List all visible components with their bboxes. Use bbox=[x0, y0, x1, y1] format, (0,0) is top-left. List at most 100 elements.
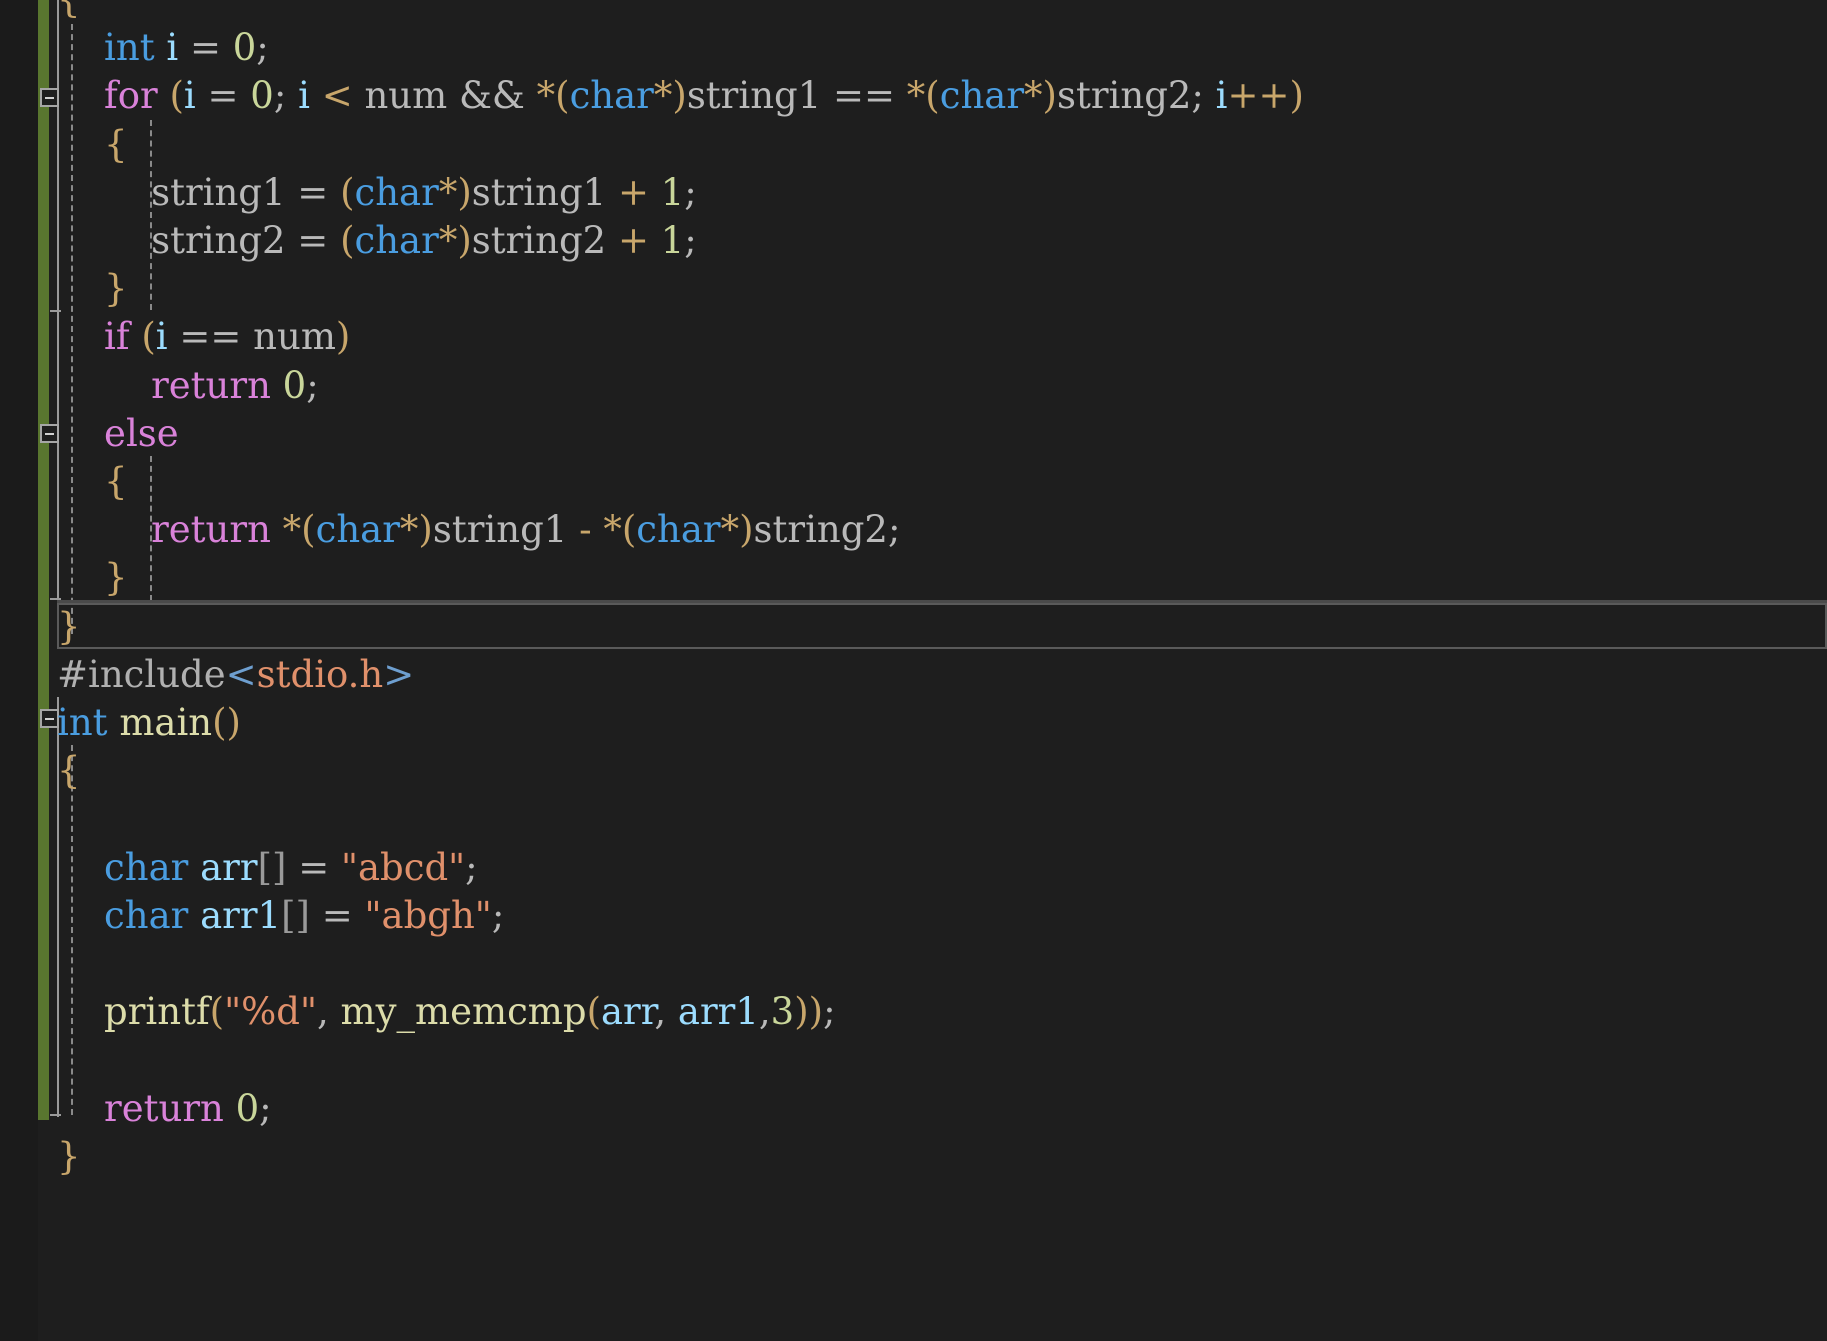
line-return-0[interactable]: return 0; bbox=[57, 362, 319, 410]
line-else[interactable]: else bbox=[57, 410, 179, 458]
line-func-close[interactable]: } bbox=[57, 603, 81, 651]
line-for-close-token-1: } bbox=[104, 267, 128, 311]
line-if[interactable]: if (i == num) bbox=[57, 313, 350, 361]
line-blank-3[interactable] bbox=[57, 1036, 69, 1084]
line-for-token-27: ; bbox=[1191, 74, 1216, 118]
code-editor[interactable]: { int i = 0; for (i = 0; i < num && *(ch… bbox=[0, 0, 1827, 1341]
line-char-arr-token-1: char bbox=[104, 845, 189, 889]
line-char-arr-token-6: "abcd" bbox=[340, 845, 466, 889]
line-return-diff-token-12: *) bbox=[720, 508, 754, 552]
line-for-token-25: *) bbox=[1024, 74, 1057, 118]
line-for-token-28: i bbox=[1215, 74, 1228, 118]
line-printf-token-3: "%d" bbox=[224, 990, 317, 1034]
line-printf[interactable]: printf("%d", my_memcmp(arr, arr1,3)); bbox=[57, 988, 836, 1036]
line-for-token-21: == bbox=[833, 74, 896, 118]
line-main-close[interactable]: } bbox=[57, 1133, 81, 1181]
line-for-token-7: ; bbox=[273, 74, 299, 118]
line-char-arr1-token-0 bbox=[57, 894, 104, 937]
line-for-token-4: i bbox=[183, 74, 196, 118]
line-if-token-6: == bbox=[179, 315, 242, 359]
line-printf-token-8: , bbox=[654, 990, 678, 1034]
line-open-brace[interactable]: { bbox=[57, 0, 81, 24]
line-main-token-2: main bbox=[119, 701, 213, 744]
line-main-return-token-4: ; bbox=[259, 1086, 272, 1130]
line-return-diff-token-7 bbox=[567, 508, 579, 551]
line-int-i-token-5: 0 bbox=[232, 26, 257, 70]
line-for-token-18: *) bbox=[653, 74, 687, 118]
line-int-i[interactable]: int i = 0; bbox=[57, 24, 269, 72]
line-printf-token-12: )) bbox=[794, 990, 824, 1034]
line-for-token-2 bbox=[158, 74, 170, 117]
line-else-open[interactable]: { bbox=[57, 458, 128, 506]
line-char-arr1[interactable]: char arr1[] = "abgh"; bbox=[57, 892, 504, 940]
line-printf-token-2: ( bbox=[209, 990, 225, 1034]
line-string1-inc-token-7 bbox=[606, 171, 618, 214]
line-string2-inc-token-9 bbox=[649, 219, 661, 262]
line-else-close[interactable]: } bbox=[57, 554, 128, 602]
line-printf-token-10: , bbox=[758, 990, 771, 1034]
line-include-token-1: < bbox=[225, 652, 257, 696]
line-main-return-token-1: return bbox=[104, 1086, 224, 1130]
line-return-diff-token-1: return bbox=[151, 508, 271, 552]
line-char-arr-token-0 bbox=[57, 846, 104, 889]
line-return-diff-token-5: *) bbox=[399, 508, 433, 552]
line-include-token-0: #include bbox=[57, 652, 226, 696]
line-main-return-token-2 bbox=[224, 1087, 236, 1130]
line-for-open[interactable]: { bbox=[57, 121, 128, 169]
line-for-close-token-0 bbox=[57, 267, 104, 310]
line-if-token-5 bbox=[168, 315, 180, 358]
line-return-0-token-1: return bbox=[151, 363, 271, 407]
line-char-arr1-token-2 bbox=[188, 894, 200, 937]
line-string2-inc-token-7 bbox=[606, 219, 618, 262]
line-include-token-3: > bbox=[383, 652, 415, 696]
line-for[interactable]: for (i = 0; i < num && *(char*)string1 =… bbox=[57, 72, 1304, 120]
line-else-open-token-1: { bbox=[104, 460, 128, 503]
line-include[interactable]: #include<stdio.h> bbox=[57, 651, 414, 699]
line-int-i-token-6: ; bbox=[256, 26, 269, 70]
line-char-arr-token-7: ; bbox=[465, 845, 478, 889]
line-printf-token-11: 3 bbox=[770, 990, 795, 1034]
line-for-token-26: string2 bbox=[1056, 74, 1192, 118]
line-main[interactable]: int main() bbox=[57, 699, 241, 747]
line-string1-inc-token-8: + bbox=[617, 170, 649, 214]
line-for-token-24: char bbox=[939, 74, 1025, 118]
line-else-close-token-0 bbox=[57, 556, 104, 599]
line-for-token-13 bbox=[447, 74, 459, 117]
line-string2-inc[interactable]: string2 = (char*)string2 + 1; bbox=[57, 217, 697, 265]
line-if-token-0 bbox=[57, 315, 104, 358]
line-for-token-11 bbox=[353, 74, 365, 117]
line-char-arr1-token-3: arr1 bbox=[200, 893, 282, 937]
line-main-open[interactable]: { bbox=[57, 747, 81, 795]
line-main-token-3: () bbox=[212, 701, 241, 744]
line-char-arr1-token-7: ; bbox=[491, 893, 505, 937]
line-blank-2[interactable] bbox=[57, 940, 69, 988]
line-for-token-9 bbox=[310, 74, 322, 117]
line-if-token-4: i bbox=[155, 315, 168, 359]
line-for-open-token-1: { bbox=[104, 122, 128, 166]
line-for-token-20 bbox=[821, 74, 833, 117]
line-return-diff-token-4: char bbox=[315, 508, 400, 552]
line-return-diff[interactable]: return *(char*)string1 - *(char*)string2… bbox=[57, 506, 900, 554]
line-for-token-6: 0 bbox=[250, 74, 274, 118]
line-printf-token-7: arr bbox=[601, 990, 655, 1034]
line-string1-inc-token-4: char bbox=[354, 170, 439, 214]
line-string2-inc-token-0 bbox=[57, 219, 151, 262]
line-for-close[interactable]: } bbox=[57, 265, 128, 313]
line-return-diff-token-3: *( bbox=[282, 508, 316, 552]
code-text-area[interactable]: { int i = 0; for (i = 0; i < num && *(ch… bbox=[0, 0, 1827, 1341]
line-blank-1[interactable] bbox=[57, 795, 69, 843]
line-int-i-token-2 bbox=[155, 26, 167, 69]
line-for-token-3: ( bbox=[169, 74, 184, 118]
line-if-token-7 bbox=[241, 315, 253, 358]
line-printf-token-4: , bbox=[316, 990, 341, 1034]
line-char-arr[interactable]: char arr[] = "abcd"; bbox=[57, 844, 478, 892]
line-if-token-1: if bbox=[104, 315, 130, 359]
line-string2-inc-token-6: string2 bbox=[471, 219, 607, 262]
line-for-token-29: ++) bbox=[1227, 74, 1304, 118]
line-return-0-token-2 bbox=[271, 364, 283, 407]
line-return-diff-token-6: string1 bbox=[432, 508, 568, 552]
line-main-return[interactable]: return 0; bbox=[57, 1085, 272, 1133]
line-return-diff-token-8: - bbox=[579, 508, 592, 552]
line-string1-inc[interactable]: string1 = (char*)string1 + 1; bbox=[57, 169, 697, 217]
line-char-arr1-token-1: char bbox=[104, 893, 189, 937]
